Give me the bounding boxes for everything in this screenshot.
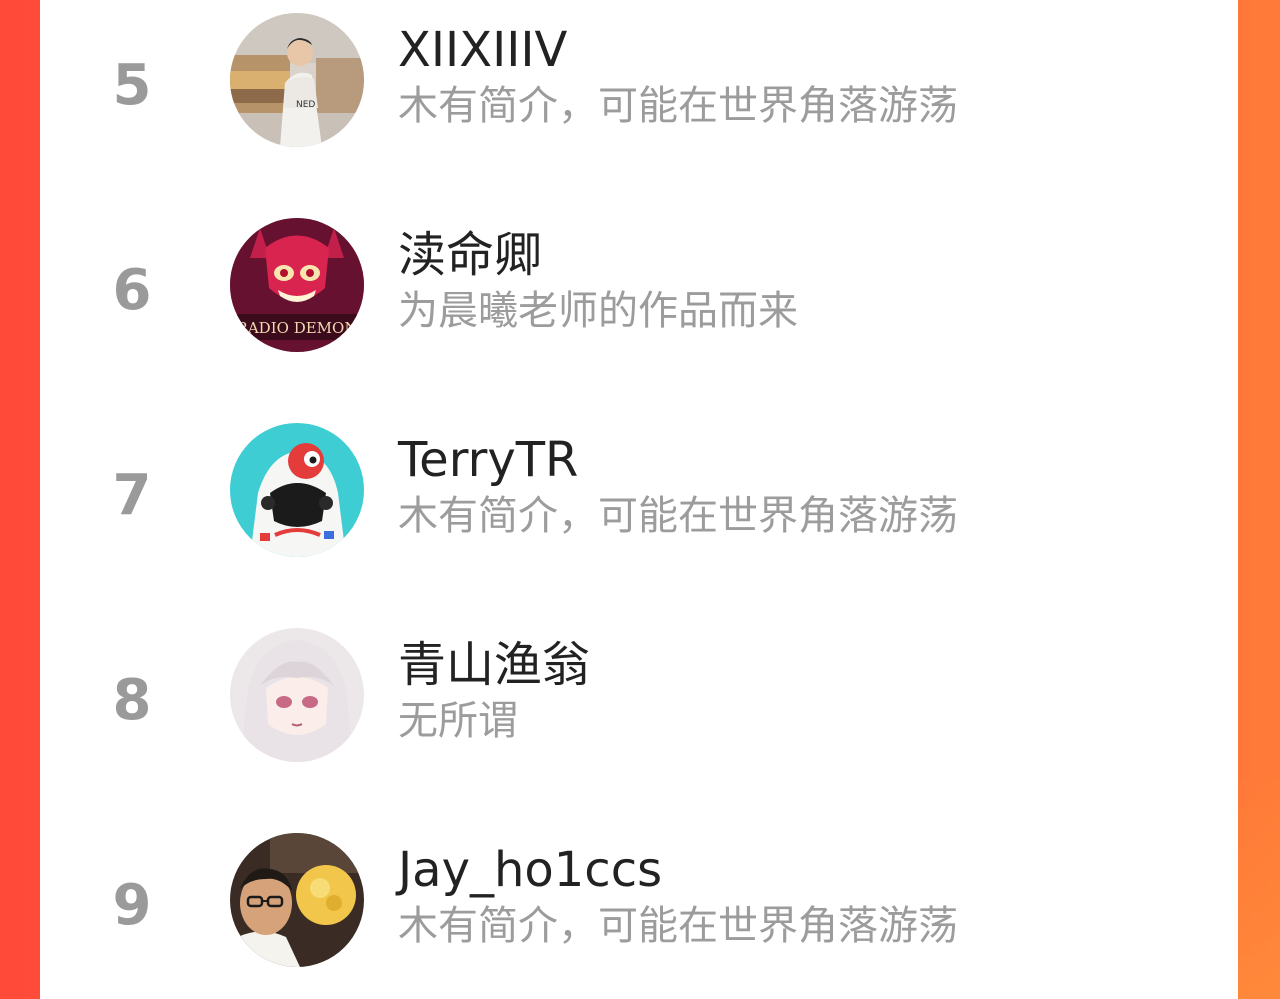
anime-girl-white-hair-icon [230,628,364,762]
leaderboard-row[interactable]: 7 TerryTR 木有简介，可能在世界角落游荡 [40,420,1238,560]
user-name: XIIXIIIV [398,22,568,78]
leaderboard-frame: 5 NED XIIXIIIV 木有简介，可能在世界角落游荡 6 RADIO DE… [0,0,1280,999]
rank-number: 6 [112,258,152,323]
radio-demon-art-icon: RADIO DEMON [230,218,364,352]
user-bio: 木有简介，可能在世界角落游荡 [398,83,958,129]
user-name: TerryTR [398,432,579,488]
leaderboard-row[interactable]: 5 NED XIIXIIIV 木有简介，可能在世界角落游荡 [40,10,1238,150]
rank-number: 9 [112,873,152,938]
leaderboard-row[interactable]: 6 RADIO DEMON 渎命卿 为晨曦老师的作品而来 [40,215,1238,355]
man-glasses-selfie-icon [230,833,364,967]
user-name: 渎命卿 [398,227,543,283]
user-name: 青山渔翁 [398,637,591,693]
user-avatar[interactable] [230,833,364,967]
user-avatar[interactable]: RADIO DEMON [230,218,364,352]
rank-number: 8 [112,668,152,733]
user-bio: 木有简介，可能在世界角落游荡 [398,493,958,539]
user-avatar[interactable] [230,628,364,762]
user-bio: 为晨曦老师的作品而来 [398,288,798,334]
hoodie-character-cyan-icon [230,423,364,557]
rank-number: 5 [112,53,152,118]
leaderboard-row[interactable]: 9 Jay_ho1ccs 木有简介，可能在世界角落游荡 [40,830,1238,970]
leaderboard-row[interactable]: 8 青山渔翁 无所谓 [40,625,1238,765]
svg-text:NED: NED [296,100,315,110]
man-white-jacket-photo-icon: NED [230,13,364,147]
user-avatar[interactable]: NED [230,13,364,147]
rank-number: 7 [112,463,152,528]
user-name: Jay_ho1ccs [398,842,663,898]
user-bio: 无所谓 [398,698,518,744]
leaderboard-list: 5 NED XIIXIIIV 木有简介，可能在世界角落游荡 6 RADIO DE… [40,0,1238,999]
svg-text:RADIO DEMON: RADIO DEMON [237,319,358,337]
user-bio: 木有简介，可能在世界角落游荡 [398,903,958,949]
user-avatar[interactable] [230,423,364,557]
